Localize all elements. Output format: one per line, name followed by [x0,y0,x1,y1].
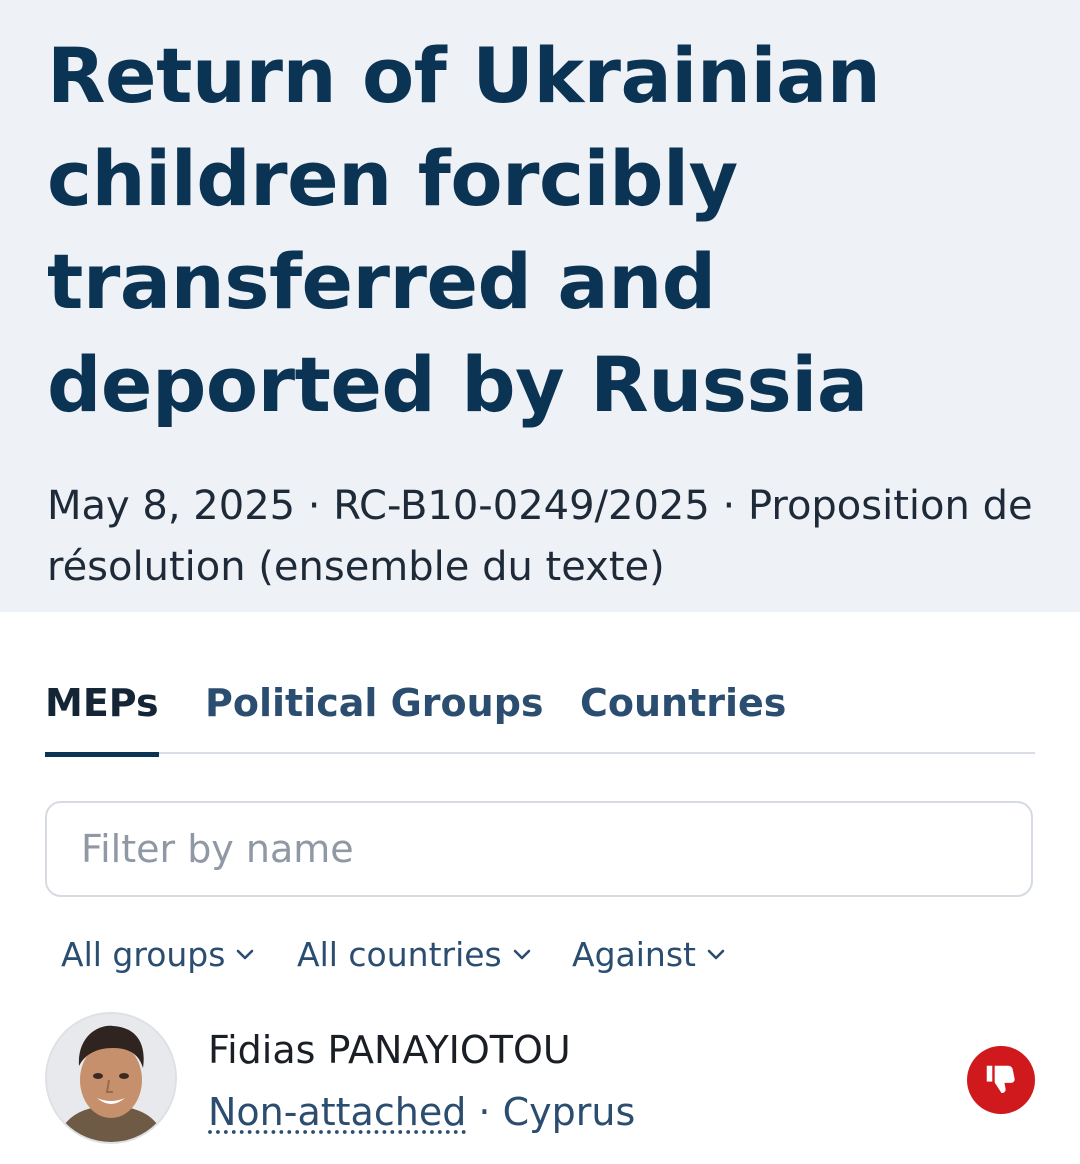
avatar [45,1012,177,1144]
vote-meta: May 8, 2025 · RC-B10-0249/2025 · Proposi… [47,483,1033,590]
filter-bar: All groups All countries Against [61,926,961,982]
chevron-down-icon [513,949,531,960]
mep-affiliation: Non-attached · Cyprus [208,1088,635,1136]
filter-groups-dropdown[interactable]: All groups [61,926,255,982]
separator: · [478,1090,491,1134]
mep-country: Cyprus [502,1090,636,1134]
chevron-down-icon [237,949,254,960]
chevron-down-icon [707,949,725,960]
mep-list-item[interactable]: Fidias PANAYIOTOU Non-attached · Cyprus [45,1012,1035,1152]
portrait-photo [47,1014,175,1142]
tab-countries[interactable]: Countries [580,674,786,752]
filter-countries-dropdown[interactable]: All countries [297,926,532,982]
vote-against-badge [967,1046,1035,1114]
search-box [45,801,1033,897]
tab-bar: MEPs Political Groups Countries [45,674,1035,757]
page-title: Return of Ukrainian children forcibly tr… [47,31,881,429]
filter-by-name-input[interactable] [47,803,1031,895]
mep-name: Fidias PANAYIOTOU [208,1028,571,1072]
filter-position-dropdown[interactable]: Against [572,926,726,982]
filter-groups-label: All groups [61,934,226,974]
resolution-header: Return of Ukrainian children forcibly tr… [0,0,1080,612]
tab-political-groups[interactable]: Political Groups [205,674,544,752]
filter-position-label: Against [572,934,696,974]
political-group-link[interactable]: Non-attached [208,1090,466,1134]
thumbs-down-icon [986,1065,1015,1093]
filter-countries-label: All countries [297,934,502,974]
tab-meps[interactable]: MEPs [45,674,159,757]
